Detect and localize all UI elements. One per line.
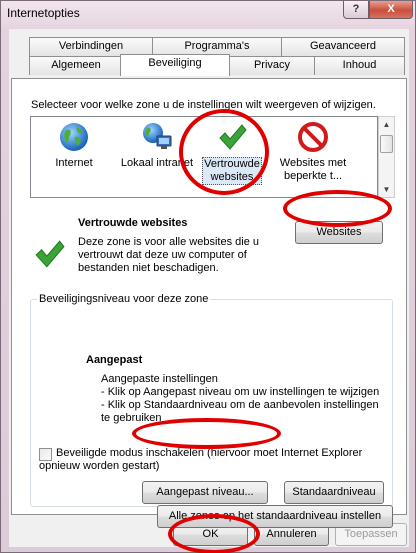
- zone-intranet-label: Lokaal intranet: [120, 157, 194, 169]
- security-level-group: Beveiligingsniveau voor deze zone Aangep…: [30, 293, 393, 507]
- internet-options-window: Internetopties ? X Verbindingen Programm…: [0, 0, 416, 553]
- zone-description-line1: Deze zone is voor alle websites die u: [78, 236, 259, 248]
- selected-zone-title: Vertrouwde websites: [78, 217, 188, 229]
- security-level-name: Aangepast: [86, 354, 143, 366]
- scroll-down-icon[interactable]: ▼: [379, 182, 394, 197]
- protected-mode-label-line2: opnieuw worden gestart): [39, 460, 160, 472]
- security-level-group-title: Beveiligingsniveau voor deze zone: [37, 293, 211, 305]
- close-button[interactable]: X: [369, 1, 413, 19]
- intranet-icon: [141, 121, 173, 153]
- zone-prompt: Selecteer voor welke zone u de instellin…: [31, 99, 376, 111]
- zone-vertrouwde-websites[interactable]: Vertrouwde websites: [193, 121, 271, 187]
- protected-mode-label-line1[interactable]: Beveiligde modus inschakelen (hiervoor m…: [56, 447, 362, 459]
- tab-algemeen[interactable]: Algemeen: [29, 56, 123, 75]
- title-bar[interactable]: Internetopties ? X: [1, 1, 416, 27]
- default-level-button[interactable]: Standaardniveau: [284, 481, 384, 504]
- globe-icon: [58, 121, 90, 153]
- level-description-line4: te gebruiken: [101, 412, 162, 424]
- tab-beveiliging[interactable]: Beveiliging: [120, 54, 230, 76]
- custom-level-button[interactable]: Aangepast niveau...: [142, 481, 268, 504]
- zone-internet[interactable]: Internet: [37, 121, 111, 187]
- websites-button[interactable]: Websites: [295, 221, 383, 244]
- help-button[interactable]: ?: [343, 1, 369, 19]
- reset-all-zones-button[interactable]: Alle zones op het standaardniveau instel…: [157, 505, 393, 528]
- zone-restricted-label-line2: beperkte t...: [283, 170, 343, 182]
- zone-description-line3: bestanden niet beschadigen.: [78, 262, 219, 274]
- zone-list-scrollbar[interactable]: ▲ ▼: [378, 116, 395, 198]
- scroll-up-icon[interactable]: ▲: [379, 117, 394, 132]
- level-description-line2: - Klik op Aangepast niveau om uw instell…: [101, 386, 380, 398]
- tab-geavanceerd[interactable]: Geavanceerd: [281, 37, 405, 56]
- zone-lokaal-intranet[interactable]: Lokaal intranet: [115, 121, 199, 187]
- zone-trusted-label-line2: websites: [210, 171, 254, 183]
- level-description-line1: Aangepaste instellingen: [101, 373, 218, 385]
- level-description-line3: - Klik op Standaardniveau om de aanbevol…: [101, 399, 379, 411]
- checkmark-icon: [216, 121, 248, 153]
- zone-trusted-label-line1: Vertrouwde: [204, 158, 260, 170]
- zone-list[interactable]: Internet Lokaal intranet Vertrouwde webs…: [30, 116, 378, 198]
- restricted-icon: [297, 121, 329, 153]
- scroll-thumb[interactable]: [380, 135, 393, 153]
- tab-privacy[interactable]: Privacy: [229, 56, 315, 75]
- tab-inhoud[interactable]: Inhoud: [314, 56, 405, 75]
- trusted-zone-checkmark-icon: [32, 237, 66, 271]
- window-title: Internetopties: [7, 6, 80, 20]
- zone-restricted-label-line1: Websites met: [279, 157, 347, 169]
- dialog-client-area: Verbindingen Programma's Geavanceerd Alg…: [9, 29, 409, 547]
- security-tab-page: Selecteer voor welke zone u de instellin…: [11, 78, 407, 528]
- zone-internet-label: Internet: [55, 157, 93, 169]
- zone-beperkte-websites[interactable]: Websites met beperkte t...: [271, 121, 355, 187]
- zone-description-line2: vertrouwt dat deze uw computer of: [78, 249, 247, 261]
